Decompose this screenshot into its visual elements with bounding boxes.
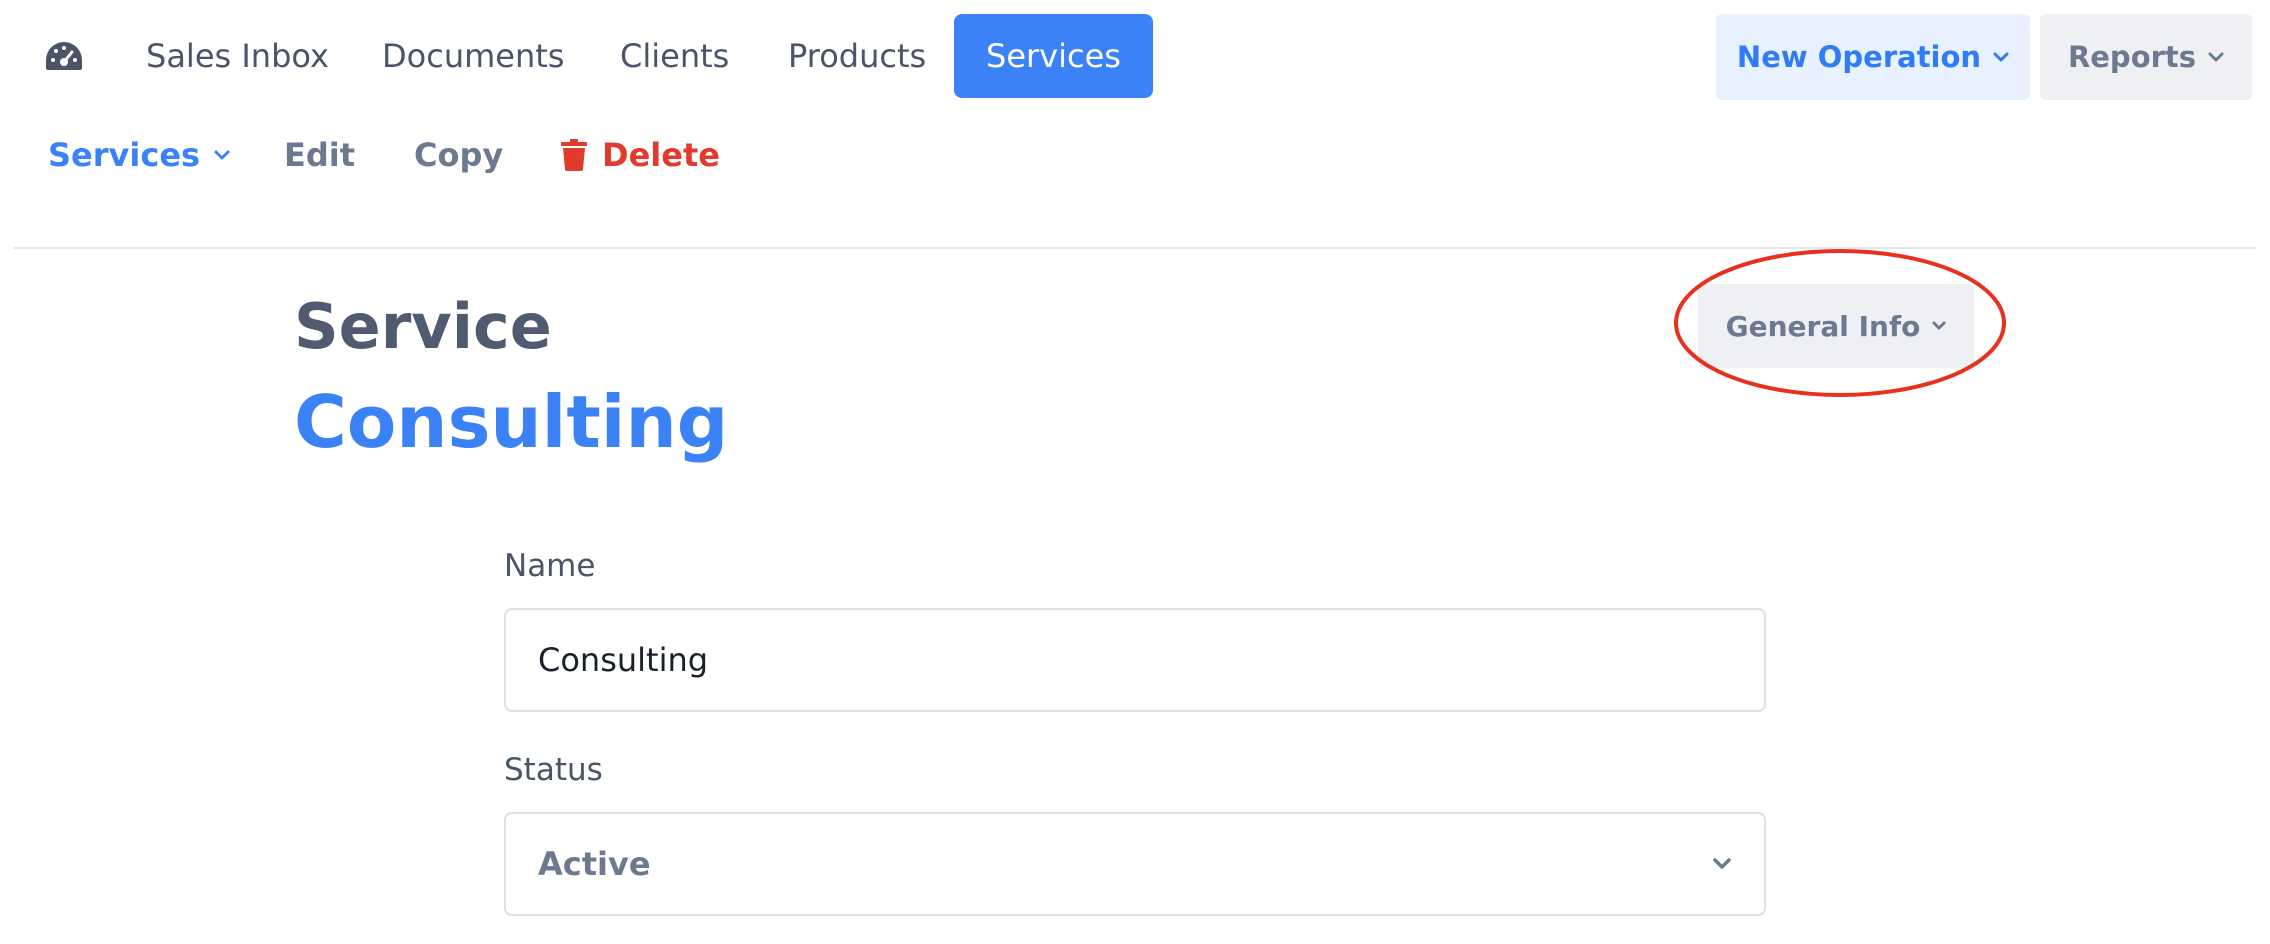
name-field-label: Name bbox=[504, 548, 596, 584]
status-select[interactable]: Active bbox=[504, 812, 1766, 916]
nav-clients[interactable]: Clients bbox=[620, 14, 729, 98]
chevron-down-icon bbox=[214, 150, 230, 160]
services-dropdown[interactable]: Services bbox=[48, 136, 230, 174]
new-operation-button[interactable]: New Operation bbox=[1716, 14, 2030, 100]
page-title: Service bbox=[294, 290, 552, 363]
record-name-heading: Consulting bbox=[294, 380, 729, 464]
action-toolbar: Services Edit Copy Delete bbox=[0, 120, 2270, 204]
delete-button[interactable]: Delete bbox=[560, 136, 720, 174]
top-navigation: Sales Inbox Documents Clients Products S… bbox=[0, 0, 2270, 112]
nav-products[interactable]: Products bbox=[788, 14, 926, 98]
status-select-value: Active bbox=[538, 845, 651, 883]
status-field-label: Status bbox=[504, 752, 603, 788]
edit-button[interactable]: Edit bbox=[284, 136, 355, 174]
chevron-down-icon bbox=[1993, 52, 2009, 62]
dashboard-gauge-icon[interactable] bbox=[44, 40, 84, 72]
reports-button[interactable]: Reports bbox=[2040, 14, 2252, 100]
new-operation-label: New Operation bbox=[1736, 40, 1982, 74]
services-dropdown-label: Services bbox=[48, 136, 201, 174]
name-input[interactable] bbox=[504, 608, 1766, 712]
nav-documents[interactable]: Documents bbox=[382, 14, 564, 98]
nav-services[interactable]: Services bbox=[954, 14, 1153, 98]
reports-label: Reports bbox=[2067, 40, 2197, 74]
highlight-ring-annotation bbox=[1674, 249, 2006, 397]
trash-icon bbox=[561, 139, 587, 171]
chevron-down-icon bbox=[1713, 858, 1731, 869]
copy-button[interactable]: Copy bbox=[414, 136, 503, 174]
chevron-down-icon bbox=[2208, 52, 2224, 62]
delete-label: Delete bbox=[602, 136, 720, 174]
nav-sales-inbox[interactable]: Sales Inbox bbox=[146, 14, 329, 98]
